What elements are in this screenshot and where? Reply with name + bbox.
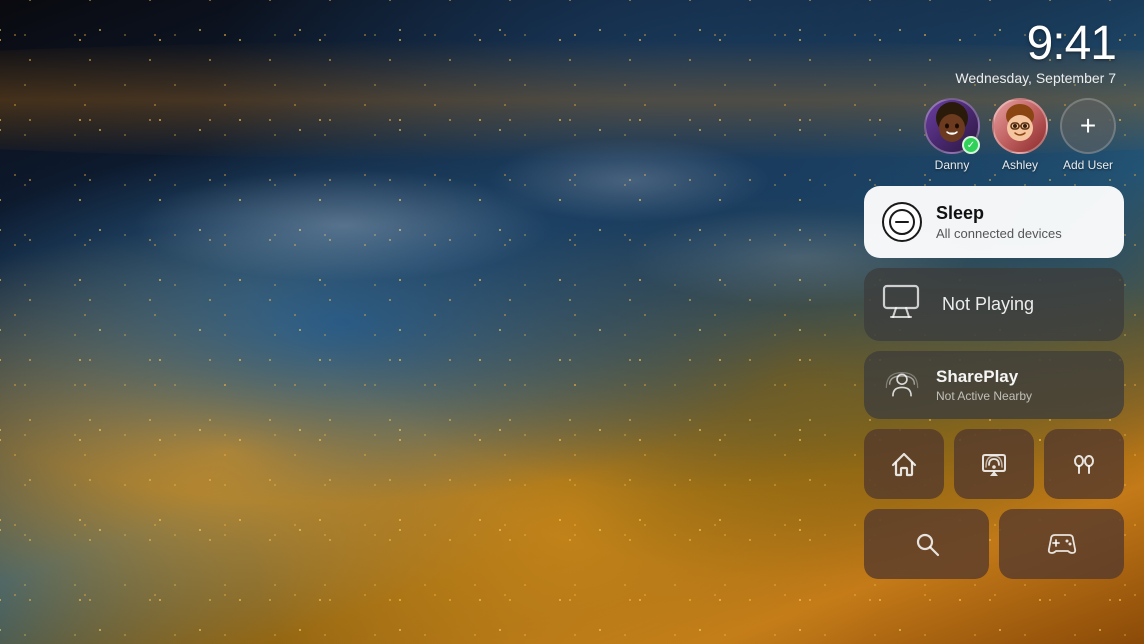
shareplay-subtitle: Not Active Nearby [936,389,1032,403]
clock-area: 9:41 Wednesday, September 7 [864,10,1124,98]
icon-grid-row-2 [864,509,1124,579]
shareplay-title: SharePlay [936,367,1032,387]
monitor-icon [882,284,924,320]
airpods-icon [1068,449,1100,479]
active-check-badge: ✓ [962,136,980,154]
avatar-ashley [992,98,1048,154]
shareplay-text: SharePlay Not Active Nearby [936,367,1032,403]
shareplay-svg [883,371,921,399]
users-row: ✓ Danny [864,98,1124,186]
ashley-label: Ashley [1002,158,1038,172]
airplay-button[interactable] [954,429,1034,499]
danny-label: Danny [935,158,970,172]
game-controller-button[interactable] [999,509,1124,579]
monitor-icon-container [882,284,924,325]
sleep-card[interactable]: Sleep All connected devices [864,186,1124,258]
not-playing-label: Not Playing [942,294,1034,315]
airpods-button[interactable] [1044,429,1124,499]
game-controller-icon [1045,531,1079,557]
search-icon [913,530,941,558]
plus-icon: + [1080,110,1096,142]
sleep-icon [882,202,922,242]
add-user-item[interactable]: + Add User [1060,98,1116,172]
now-playing-card[interactable]: Not Playing [864,268,1124,341]
sleep-text: Sleep All connected devices [936,203,1062,242]
add-user-button[interactable]: + [1060,98,1116,154]
ashley-memoji-svg [994,100,1046,152]
home-button[interactable] [864,429,944,499]
user-danny[interactable]: ✓ Danny [924,98,980,172]
avatar-container-ashley [992,98,1048,154]
shareplay-icon [882,365,922,405]
shareplay-card[interactable]: SharePlay Not Active Nearby [864,351,1124,419]
home-icon [889,449,919,479]
user-ashley[interactable]: Ashley [992,98,1048,172]
airplay-icon [979,449,1009,479]
sleep-subtitle: All connected devices [936,226,1062,241]
sleep-title: Sleep [936,203,1062,225]
control-center-panel: 9:41 Wednesday, September 7 [864,10,1124,579]
clock-date: Wednesday, September 7 [864,70,1116,86]
icon-grid-row-1 [864,429,1124,499]
search-button[interactable] [864,509,989,579]
clock-time: 9:41 [864,20,1116,68]
sleep-minus-line [895,221,909,223]
add-user-label: Add User [1063,158,1113,172]
avatar-container-danny: ✓ [924,98,980,154]
